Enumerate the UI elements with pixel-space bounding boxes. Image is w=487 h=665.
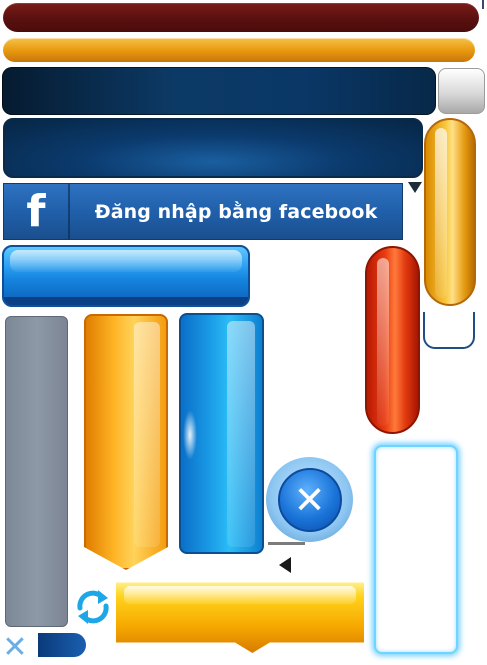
small-blue-tab[interactable] [38, 633, 86, 657]
facebook-logo-letter: f [26, 185, 46, 237]
facebook-f-icon: f [4, 184, 70, 239]
gray-card [5, 316, 68, 627]
triangle-down-icon [408, 182, 422, 193]
white-glow-card [374, 445, 458, 654]
facebook-login-button[interactable]: f Đăng nhập bằng facebook [3, 183, 403, 240]
card-shine [227, 321, 255, 547]
orange-card[interactable] [84, 314, 168, 570]
yellow-banner-button[interactable] [116, 582, 364, 653]
blue-glossy-button[interactable] [2, 245, 250, 307]
button-base [4, 297, 248, 305]
orange-bar [3, 38, 475, 62]
sparkle-icon [183, 410, 197, 460]
dark-red-bar [3, 3, 479, 32]
red-vertical-pill[interactable] [365, 246, 420, 434]
close-button[interactable]: ✕ [266, 457, 353, 542]
gray-square-button[interactable] [438, 68, 485, 114]
blue-card[interactable] [179, 313, 264, 554]
divider [268, 542, 305, 545]
navy-bar [2, 67, 436, 115]
small-close-icon[interactable]: ✕ [0, 633, 30, 663]
card-shine [134, 322, 160, 547]
pill-shine [377, 258, 389, 426]
banner-gloss [124, 586, 356, 604]
navy-panel [3, 118, 423, 178]
triangle-left-icon [279, 557, 291, 573]
facebook-login-label: Đăng nhập bằng facebook [94, 200, 378, 223]
button-gloss [10, 250, 242, 272]
outline-tab [423, 312, 475, 349]
orange-vertical-pill[interactable] [424, 118, 476, 306]
pill-shine [435, 128, 447, 298]
close-icon: ✕ [277, 467, 342, 532]
corner-tick [482, 0, 484, 9]
refresh-icon[interactable] [72, 584, 114, 629]
